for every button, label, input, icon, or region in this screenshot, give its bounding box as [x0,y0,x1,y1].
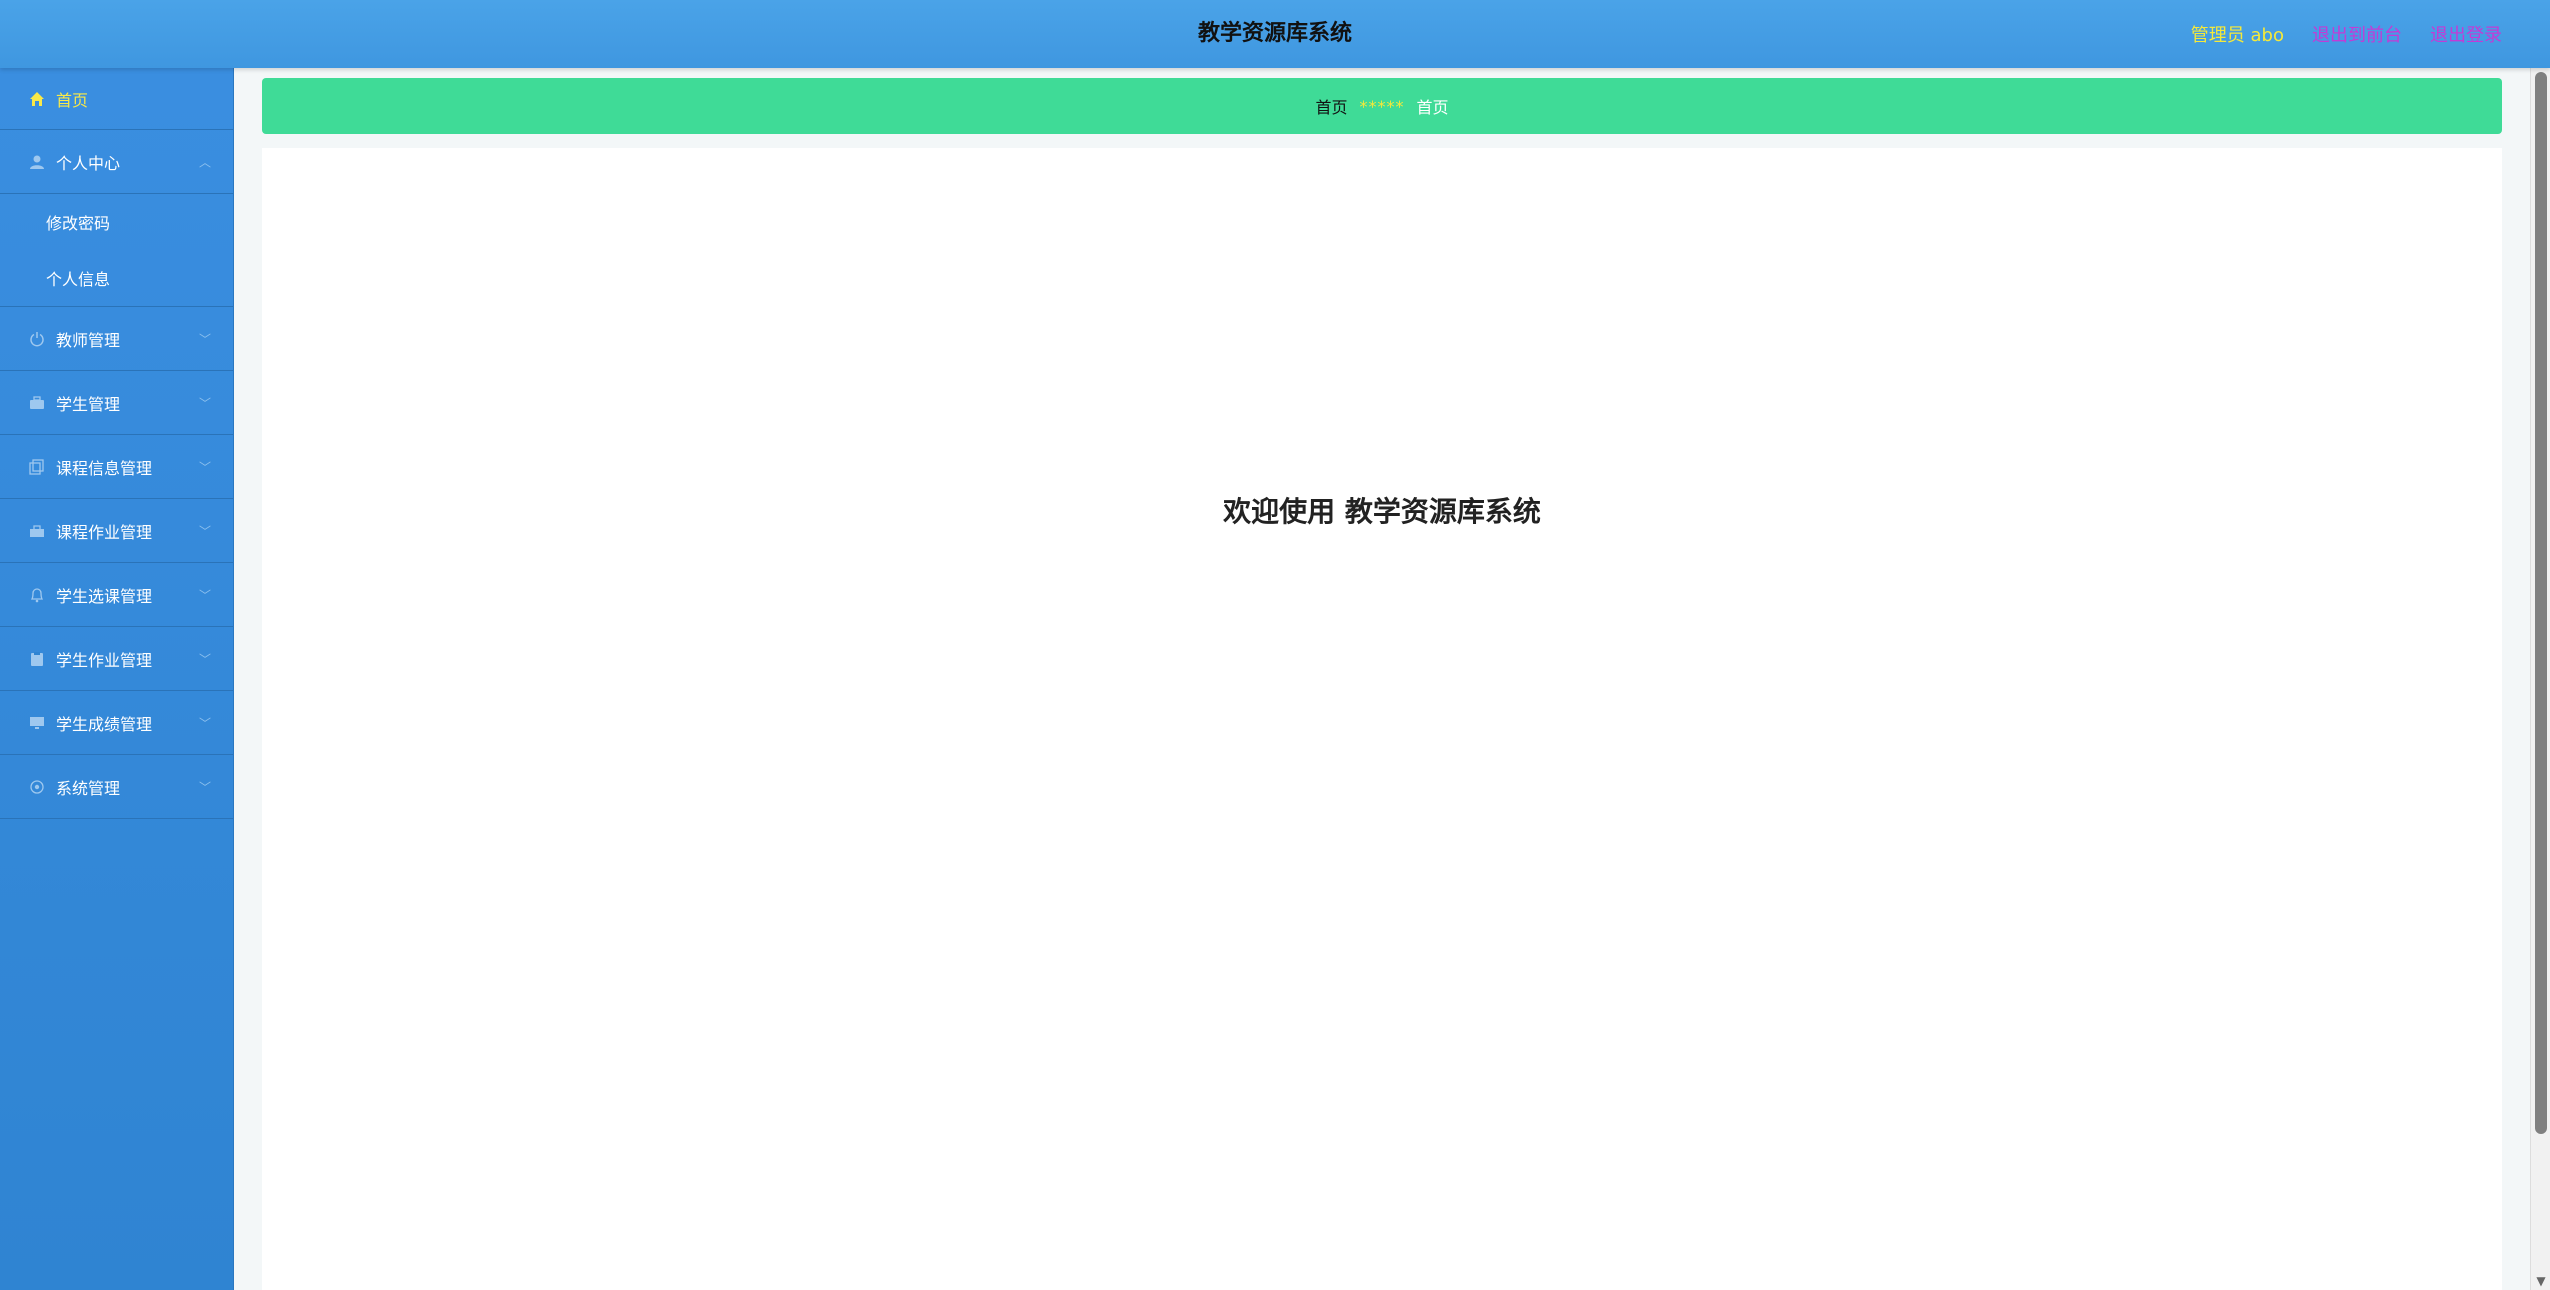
chevron-down-icon: ﹀ [198,396,211,410]
breadcrumb: 首页 ***** 首页 [262,78,2502,134]
sidebar-item-home[interactable]: 首页 [0,68,233,130]
briefcase-icon [28,394,46,412]
sidebar: 首页 个人中心 ︿ 修改密码 个人信息 教师管理 ﹀ 学生管理 ﹀ 课程信息管理… [0,68,234,1290]
monitor-icon [28,714,46,732]
chevron-down-icon: ﹀ [198,460,211,474]
app-title: 教学资源库系统 [1197,21,1352,46]
user-icon [28,153,46,171]
sidebar-item-label: 个人中心 [56,153,121,173]
scroll-down-arrow-icon[interactable]: ▼ [2534,1274,2548,1288]
sidebar-item-student-management[interactable]: 学生管理 ﹀ [0,371,233,435]
power-icon [28,330,46,348]
submenu-item-change-password[interactable]: 修改密码 [0,194,233,250]
sidebar-item-label: 学生选课管理 [56,586,153,606]
chevron-down-icon: ﹀ [198,780,211,794]
sidebar-item-label: 课程作业管理 [56,522,153,542]
top-nav: 管理员 abo 退出到前台 退出登录 [2191,0,2502,68]
sidebar-item-label: 系统管理 [56,778,121,798]
chevron-up-icon: ︿ [198,155,211,169]
top-header: 教学资源库系统 管理员 abo 退出到前台 退出登录 [0,0,2550,68]
chevron-down-icon: ﹀ [198,652,211,666]
chevron-down-icon: ﹀ [198,588,211,602]
sidebar-item-label: 学生成绩管理 [56,714,153,734]
current-user-label: 管理员 abo [2190,25,2284,46]
sidebar-item-label: 课程信息管理 [56,458,153,478]
clipboard-icon [28,650,46,668]
welcome-message: 欢迎使用 教学资源库系统 [1223,495,1541,528]
sidebar-item-label: 学生作业管理 [56,650,153,670]
home-icon [28,90,46,108]
welcome-panel: 欢迎使用 教学资源库系统 [262,148,2502,1290]
settings-icon [28,778,46,796]
scrollbar-thumb[interactable] [2535,72,2547,1134]
breadcrumb-current: 首页 [1416,98,1449,117]
sidebar-item-student-homework-management[interactable]: 学生作业管理 ﹀ [0,627,233,691]
chevron-down-icon: ﹀ [198,716,211,730]
main-content: 首页 ***** 首页 欢迎使用 教学资源库系统 [234,68,2530,1290]
toolbox-icon [28,522,46,540]
logout-link[interactable]: 退出登录 [2430,21,2502,47]
sidebar-item-personal-center[interactable]: 个人中心 ︿ [0,130,233,194]
sidebar-item-label: 教师管理 [56,330,121,350]
bell-icon [28,586,46,604]
breadcrumb-separator: ***** [1359,96,1405,116]
breadcrumb-home[interactable]: 首页 [1315,94,1347,118]
chevron-down-icon: ﹀ [198,332,211,346]
sidebar-item-label: 学生管理 [56,394,121,414]
sidebar-item-student-grade-management[interactable]: 学生成绩管理 ﹀ [0,691,233,755]
sidebar-item-teacher-management[interactable]: 教师管理 ﹀ [0,307,233,371]
personal-center-submenu: 修改密码 个人信息 [0,194,233,307]
page-scrollbar[interactable]: ▼ [2530,68,2550,1290]
submenu-item-personal-info[interactable]: 个人信息 [0,250,233,306]
chevron-down-icon: ﹀ [198,524,211,538]
sidebar-item-course-homework-management[interactable]: 课程作业管理 ﹀ [0,499,233,563]
sidebar-item-label: 首页 [56,90,89,110]
sidebar-item-system-management[interactable]: 系统管理 ﹀ [0,755,233,819]
back-to-front-link[interactable]: 退出到前台 [2312,21,2402,47]
copy-icon [28,458,46,476]
sidebar-item-course-info-management[interactable]: 课程信息管理 ﹀ [0,435,233,499]
sidebar-item-course-selection-management[interactable]: 学生选课管理 ﹀ [0,563,233,627]
